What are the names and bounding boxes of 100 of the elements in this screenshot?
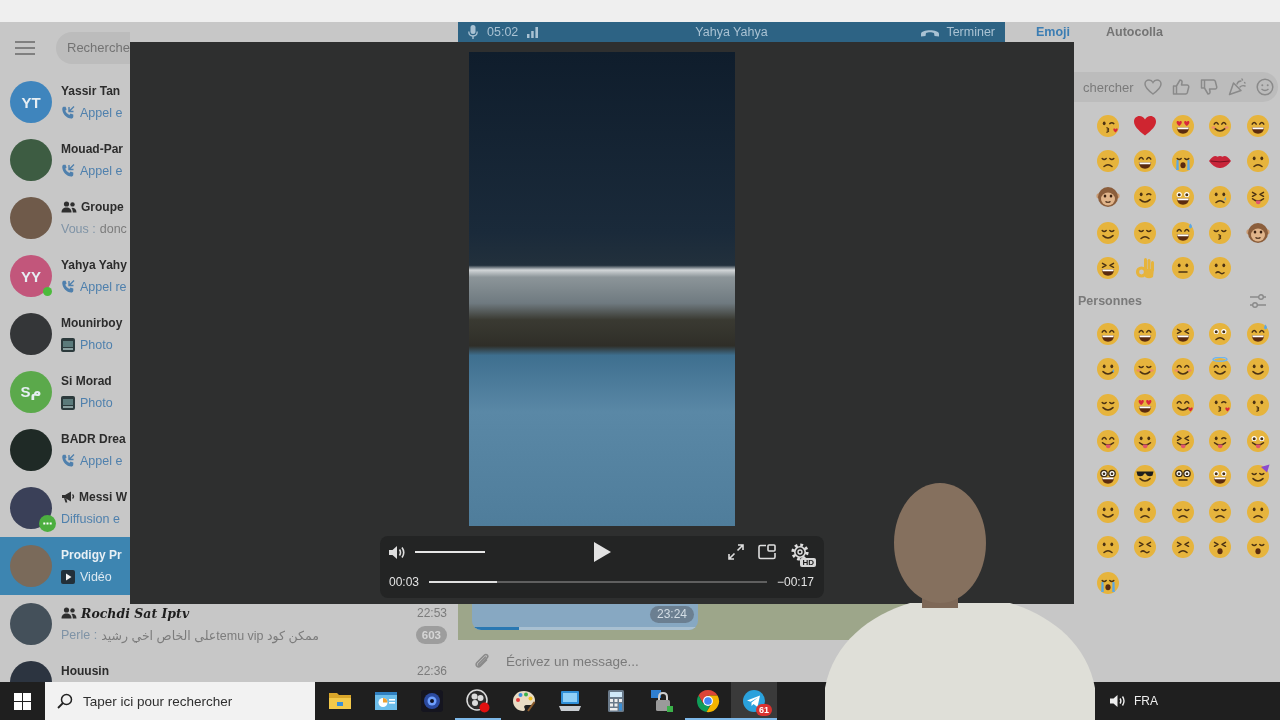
chat-list-item[interactable]: YY Yahya Yahy Appel re [0, 247, 130, 305]
taskbar-button[interactable]: 61 [731, 682, 777, 720]
microphone-icon[interactable] [468, 25, 478, 39]
chat-list-item[interactable]: YT Yassir Tan Appel e [0, 73, 130, 131]
tongue-face-icon[interactable] [1133, 428, 1158, 453]
thumbs-up-icon[interactable] [1172, 78, 1190, 96]
sad-face-icon[interactable] [1133, 220, 1158, 245]
chat-list-item[interactable]: Mouad-Par Appel e [0, 131, 130, 189]
sad-face-icon[interactable] [1170, 499, 1195, 524]
incoming-call-icon [61, 280, 75, 294]
picture-in-picture-button[interactable] [758, 544, 776, 560]
chat-list-item[interactable]: Mounirboy Photo [0, 305, 130, 363]
sweat-smile-face-icon[interactable] [1245, 321, 1270, 346]
volume-button[interactable] [389, 544, 406, 560]
chat-list-item[interactable]: Messi W Diffusion e [0, 479, 130, 537]
weary-face-icon[interactable] [1245, 535, 1270, 560]
sweat-smile-face-icon[interactable] [1170, 220, 1195, 245]
frowning-face-icon[interactable] [1095, 535, 1120, 560]
glasses-face-icon[interactable] [1170, 464, 1195, 489]
contact-name: Prodigy Pr [61, 548, 122, 562]
unamused-face-icon[interactable] [1245, 149, 1270, 174]
fullscreen-button[interactable] [728, 544, 744, 560]
settings-button[interactable]: HD [790, 541, 816, 567]
search-icon [57, 693, 73, 709]
unamused-face-icon[interactable] [1133, 499, 1158, 524]
smiling-face-icon[interactable] [1245, 357, 1270, 382]
language-indicator[interactable]: FRA [1134, 694, 1158, 708]
crying-face-icon[interactable] [1095, 570, 1120, 595]
monkey-icon[interactable] [1095, 185, 1120, 209]
taskbar-search-field[interactable]: Taper ici pour rechercher [45, 682, 315, 720]
nerd-face-icon[interactable] [1095, 464, 1120, 489]
call-status-text: Appel e [80, 106, 123, 120]
grinning-face-icon[interactable] [1245, 113, 1270, 138]
heart-eyes-face-icon[interactable] [1133, 392, 1158, 417]
monkey-icon[interactable] [1245, 220, 1270, 245]
kissing-face-icon[interactable] [1095, 113, 1120, 138]
expand-icon [728, 544, 744, 560]
thumbs-down-icon[interactable] [1200, 78, 1218, 96]
tongue-face-icon[interactable] [1245, 428, 1270, 453]
avatar: YT [10, 81, 52, 123]
speaker-icon[interactable] [1110, 694, 1126, 708]
sunglasses-face-icon[interactable] [1133, 464, 1158, 489]
grinning-face-icon[interactable] [1133, 321, 1158, 346]
avatar-photo-placeholder [10, 197, 52, 239]
sliders-icon[interactable] [1250, 293, 1266, 308]
message-time: 22:53 [416, 606, 447, 620]
heart-icon[interactable] [1133, 113, 1158, 138]
confused-face-icon[interactable] [1208, 256, 1233, 281]
grinning-face-icon[interactable] [1095, 321, 1120, 346]
smiling-tear-face-icon[interactable] [1095, 357, 1120, 382]
pensive-face-icon[interactable] [1095, 149, 1120, 174]
relieved-face-icon[interactable] [1095, 392, 1120, 417]
party-face-icon[interactable] [1245, 464, 1270, 489]
persevering-face-icon[interactable] [1133, 535, 1158, 560]
grinning-face-icon[interactable] [1133, 149, 1158, 174]
laughing-face-icon[interactable] [1170, 321, 1195, 346]
heart-eyes-face-icon[interactable] [1170, 113, 1195, 138]
neutral-face-icon[interactable] [1170, 256, 1195, 281]
chat-list-item[interactable]: Groupe Vous : donc [0, 189, 130, 247]
chat-list-item[interactable]: BADR Drea Appel e [0, 421, 130, 479]
kissing-face-icon[interactable] [1208, 220, 1233, 245]
smirking-face-icon[interactable] [1095, 499, 1120, 524]
halo-face-icon[interactable] [1208, 357, 1233, 382]
smiling-face-icon[interactable] [1208, 113, 1233, 138]
message-preview: ممكن كود temu vipعلى الخاص اخي رشيد [101, 627, 319, 643]
service-message-text: Diffusion e [61, 512, 120, 526]
confounded-face-icon[interactable] [1170, 535, 1195, 560]
smiling-face-icon[interactable] [1133, 357, 1158, 382]
pensive-face-icon[interactable] [1208, 499, 1233, 524]
search-field[interactable]: Recherche [56, 31, 130, 64]
winking-face-icon[interactable] [1133, 185, 1158, 209]
worried-face-icon[interactable] [1245, 499, 1270, 524]
chat-list-item[interactable]: Prodigy Pr Vidéo [0, 537, 130, 595]
kissing-face-icon[interactable] [1208, 392, 1233, 417]
tongue-face-icon[interactable] [1095, 428, 1120, 453]
call-status-text: Appel e [80, 164, 123, 178]
emoji-search-field[interactable]: chercher [1072, 72, 1278, 102]
tongue-face-icon[interactable] [1245, 185, 1270, 209]
tongue-face-icon[interactable] [1208, 428, 1233, 453]
smiling-face-icon[interactable] [1170, 357, 1195, 382]
crying-face-icon[interactable] [1170, 149, 1195, 174]
group-icon [61, 201, 77, 213]
end-call-button[interactable]: Terminer [920, 25, 995, 39]
grinning-face-icon[interactable] [1208, 464, 1233, 489]
chat-list-item[interactable]: Houusin 22:36 [0, 653, 458, 682]
tired-face-icon[interactable] [1208, 535, 1233, 560]
crying-face-icon[interactable] [1208, 185, 1233, 209]
paperclip-icon[interactable] [472, 651, 492, 671]
play-icon [594, 542, 611, 562]
laughing-face-icon[interactable] [1095, 256, 1120, 281]
pleading-face-icon[interactable] [1208, 321, 1233, 346]
contact-name: Yahya Yahy [61, 258, 127, 272]
avatar-photo-placeholder [10, 429, 52, 471]
avatar-photo-placeholder [10, 139, 52, 181]
relieved-face-icon[interactable] [1095, 220, 1120, 245]
kissing-face-icon[interactable] [1245, 392, 1270, 417]
play-button[interactable] [594, 542, 611, 562]
tongue-face-icon[interactable] [1170, 428, 1195, 453]
grinning-face-icon[interactable] [1170, 185, 1195, 209]
smiling-face-icon[interactable] [1170, 392, 1195, 417]
